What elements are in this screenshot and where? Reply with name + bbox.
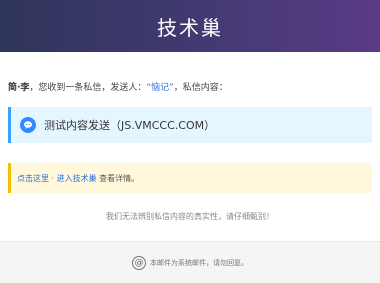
site-brand-title: 技术巢: [157, 15, 223, 40]
recipient-name: 简·李: [8, 83, 30, 93]
notice-suffix: 查看详情。: [96, 173, 140, 183]
notice-box: 点击这里 · 进入技术巢 查看详情。: [8, 163, 372, 193]
greeting-tail: ，私信内容：: [173, 83, 228, 93]
view-details-link[interactable]: 点击这里 · 进入技术巢: [17, 174, 97, 183]
greeting-text: ，您收到一条私信，发送人：: [29, 83, 147, 93]
chat-bubble-icon: [20, 117, 36, 133]
at-sign-icon: @: [132, 255, 146, 270]
email-header: 技术巢: [0, 0, 380, 52]
email-footer: @ 本邮件为系统邮件，请勿回复。: [0, 241, 380, 283]
email-body: 简·李，您收到一条私信，发送人：“恼记”，私信内容： 测试内容发送（JS.VMC…: [0, 82, 380, 222]
private-message-box: 测试内容发送（JS.VMCCC.COM）: [8, 107, 372, 143]
message-content: 测试内容发送（JS.VMCCC.COM）: [44, 119, 216, 132]
greeting-line: 简·李，您收到一条私信，发送人：“恼记”，私信内容：: [8, 82, 372, 94]
sender-link[interactable]: “恼记”: [146, 83, 173, 93]
authenticity-warning: 我们无法辨别私信内容的真实性，请仔细甄别！: [106, 212, 274, 221]
footer-text: 本邮件为系统邮件，请勿回复。: [150, 258, 248, 267]
